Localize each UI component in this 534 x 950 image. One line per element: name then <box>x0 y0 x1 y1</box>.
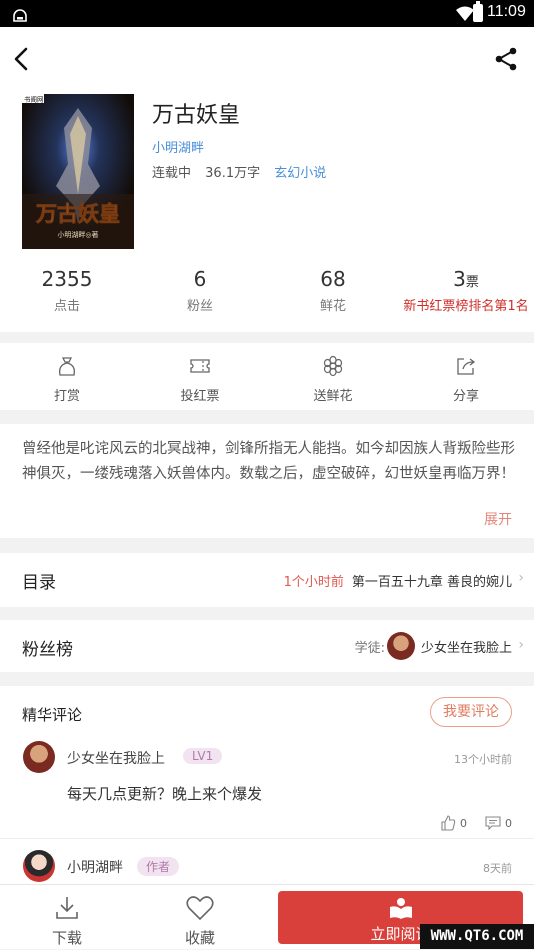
fan-rank-prefix: 学徒: <box>354 640 385 656</box>
download-label: 下载 <box>51 929 82 947</box>
heart-icon <box>186 896 214 921</box>
flower-label: 送鲜花 <box>313 389 353 404</box>
chevron-right-icon: › <box>518 637 524 653</box>
toc-title: 目录 <box>22 573 56 593</box>
author-badge: 作者 <box>137 857 180 876</box>
fans-title: 粉丝榜 <box>22 640 73 660</box>
divider <box>0 838 534 839</box>
comment-time: 13个小时前 <box>454 753 512 766</box>
latest-chapter: 1个小时前 第一百五十九章 善良的婉儿 <box>284 571 512 590</box>
stat-clicks: 2355 点击 <box>0 267 134 314</box>
write-comment-button[interactable]: 我要评论 <box>430 697 512 727</box>
book-header: 书阁网 万古妖皇 小明湖畔◎著 万古妖皇 小明湖畔 连载中 36.1万字 玄幻小… <box>0 27 534 332</box>
stat-value: 68 <box>320 267 346 291</box>
toc-row[interactable]: 目录 1个小时前 第一百五十九章 善良的婉儿 › <box>0 553 534 607</box>
status-bar: 11:09 <box>0 0 534 27</box>
thumbs-up-icon[interactable] <box>440 815 456 831</box>
reply-count: 0 <box>505 816 512 830</box>
book-meta: 连载中 36.1万字 玄幻小说 <box>152 162 336 181</box>
comment-text[interactable]: 每天几点更新？晚上来个爆发 <box>67 783 262 804</box>
red-ticket-button[interactable]: 投红票 <box>133 343 267 410</box>
stat-label: 点击 <box>53 299 80 314</box>
genre-link[interactable]: 玄幻小说 <box>274 166 326 181</box>
avatar[interactable] <box>23 850 55 882</box>
share-icon[interactable] <box>494 47 518 71</box>
like-count: 0 <box>460 816 467 830</box>
download-icon <box>56 897 78 919</box>
level-badge: LV1 <box>183 748 223 764</box>
watermark: WWW.QT6.COM <box>420 924 534 949</box>
share-out-icon <box>457 358 476 375</box>
favorite-label: 收藏 <box>184 929 215 947</box>
top-fan-name: 少女坐在我脸上 <box>420 640 512 656</box>
comment-time: 8天前 <box>483 862 512 875</box>
avatar[interactable] <box>23 741 55 773</box>
reward-icon <box>59 357 75 376</box>
share-label: 分享 <box>452 389 479 404</box>
stats-row: 2355 点击 6 粉丝 68 鲜花 3票 新书红票榜排名第1名 <box>0 267 534 327</box>
open-book-icon <box>389 898 412 919</box>
stat-flowers: 68 鲜花 <box>266 267 400 314</box>
reward-label: 打赏 <box>53 389 80 404</box>
share-out-button[interactable]: 分享 <box>399 343 533 410</box>
action-bar: 打赏 投红票 送鲜花 分享 <box>0 343 534 410</box>
word-count: 36.1万字 <box>205 166 261 181</box>
comments-title: 精华评论 <box>22 706 83 724</box>
comment-username[interactable]: 少女坐在我脸上 <box>67 748 165 768</box>
stat-fans: 6 粉丝 <box>133 267 267 314</box>
avatar <box>386 632 415 660</box>
comments-section: 精华评论 我要评论 少女坐在我脸上 LV1 13个小时前 每天几点更新？晚上来个… <box>0 686 534 886</box>
top-fan: 学徒: 少女坐在我脸上 <box>355 630 512 662</box>
cover-author-credit: 小明湖畔◎著 <box>57 230 98 239</box>
download-button[interactable]: 下载 <box>0 885 134 950</box>
flower-icon <box>323 355 343 377</box>
expand-button[interactable]: 展开 <box>484 509 512 529</box>
back-arrow-icon[interactable] <box>10 46 36 72</box>
fans-row[interactable]: 粉丝榜 学徒: 少女坐在我脸上 › <box>0 620 534 672</box>
intro-text: 曾经他是叱诧风云的北冥战神，剑锋所指无人能挡。如今却因族人背叛险些形神俱灭，一缕… <box>22 441 515 482</box>
cover-badge: 书阁网 <box>24 95 44 104</box>
stat-label: 粉丝 <box>186 299 213 314</box>
status-time: 11:09 <box>487 3 526 20</box>
book-title: 万古妖皇 <box>152 103 241 128</box>
comment-actions: 0 0 <box>440 815 512 831</box>
cover-title-art: 万古妖皇 <box>35 201 120 226</box>
send-flower-button[interactable]: 送鲜花 <box>266 343 400 410</box>
cover-art: 书阁网 万古妖皇 小明湖畔◎著 <box>22 94 134 249</box>
stat-value: 3 <box>453 267 466 291</box>
favorite-button[interactable]: 收藏 <box>133 885 267 950</box>
ticket-icon <box>190 359 210 373</box>
battery-icon <box>473 1 483 22</box>
book-cover[interactable]: 书阁网 万古妖皇 小明湖畔◎著 <box>22 94 134 249</box>
chevron-right-icon: › <box>518 570 524 586</box>
serial-status: 连载中 <box>152 166 192 181</box>
stat-label: 鲜花 <box>319 299 346 314</box>
stat-unit: 票 <box>465 275 479 290</box>
stat-value: 6 <box>193 267 207 291</box>
stat-votes: 3票 新书红票榜排名第1名 <box>399 267 533 314</box>
vote-rank-label: 新书红票榜排名第1名 <box>403 299 529 314</box>
book-intro: 曾经他是叱诧风云的北冥战神，剑锋所指无人能挡。如今却因族人背叛险些形神俱灭，一缕… <box>0 424 534 538</box>
wifi-icon <box>456 6 474 21</box>
reply-icon[interactable] <box>485 816 501 830</box>
reward-button[interactable]: 打赏 <box>0 343 134 410</box>
stat-value: 2355 <box>41 267 93 291</box>
notification-icon <box>13 9 27 22</box>
comment-username[interactable]: 小明湖畔 <box>67 857 123 877</box>
author-link[interactable]: 小明湖畔 <box>152 137 204 156</box>
update-time: 1个小时前 <box>283 575 344 590</box>
latest-chapter-title: 第一百五十九章 善良的婉儿 <box>351 575 512 590</box>
ticket-label: 投红票 <box>180 389 220 404</box>
